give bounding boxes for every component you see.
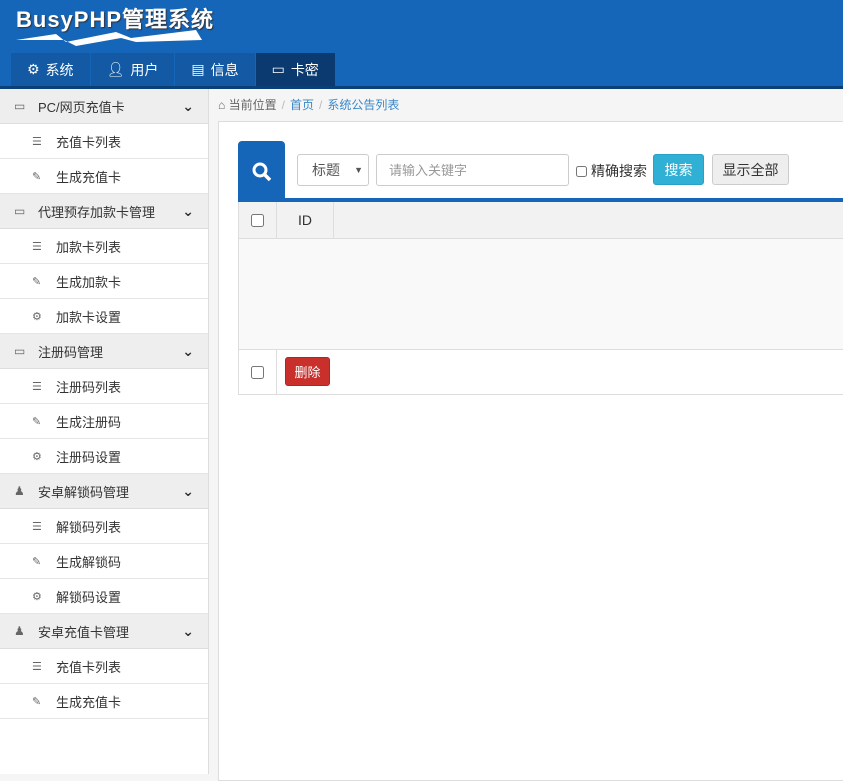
table-body-empty	[239, 239, 843, 350]
gear-icon: ⚙	[32, 450, 46, 463]
sidebar-group[interactable]: ♟安卓解锁码管理⌄	[0, 474, 208, 509]
sidebar-item[interactable]: ☰注册码列表	[0, 369, 208, 404]
sidebar-item[interactable]: ☰充值卡列表	[0, 124, 208, 159]
select-all-checkbox[interactable]	[251, 214, 264, 227]
select-all-footer-checkbox[interactable]	[251, 366, 264, 379]
data-table: ID 删除	[238, 202, 843, 395]
gear-icon: ⚙	[32, 590, 46, 603]
list-icon: ☰	[32, 380, 46, 393]
nav-tab-system[interactable]: ⚙系统	[11, 53, 90, 86]
sidebar-item[interactable]: ✎生成加款卡	[0, 264, 208, 299]
home-icon: ⌂	[218, 98, 225, 112]
list-icon: ☰	[32, 240, 46, 253]
sidebar-item[interactable]: ⚙解锁码设置	[0, 579, 208, 614]
sidebar-group[interactable]: ▭代理预存加款卡管理⌄	[0, 194, 208, 229]
sidebar: ▭PC/网页充值卡⌄☰充值卡列表✎生成充值卡▭代理预存加款卡管理⌄☰加款卡列表✎…	[0, 89, 209, 774]
pencil-icon: ✎	[32, 170, 46, 183]
pencil-icon: ✎	[32, 415, 46, 428]
list-icon: ☰	[32, 135, 46, 148]
top-nav: ⚙系统 👤︎用户 ▤信息 ▭卡密	[11, 53, 336, 86]
sidebar-item[interactable]: ☰加款卡列表	[0, 229, 208, 264]
show-all-button[interactable]: 显示全部	[712, 154, 789, 185]
search-field-select[interactable]: 标题▼	[297, 154, 369, 186]
sidebar-group[interactable]: ▭PC/网页充值卡⌄	[0, 89, 208, 124]
pencil-icon: ✎	[32, 555, 46, 568]
gear-icon: ⚙	[27, 61, 40, 78]
nav-tab-user[interactable]: 👤︎用户	[91, 53, 175, 86]
search-bar: 标题▼ 精确搜索 搜索 显示全部	[238, 141, 843, 202]
card-icon: ▭	[14, 204, 28, 218]
android-icon: ♟	[14, 484, 28, 498]
column-id: ID	[277, 202, 334, 238]
chevron-down-icon: ⌄	[182, 483, 194, 500]
chevron-down-icon: ▼	[354, 165, 363, 175]
nav-tab-card[interactable]: ▭卡密	[256, 53, 335, 86]
breadcrumb-current[interactable]: 系统公告列表	[327, 98, 399, 112]
sidebar-item[interactable]: ☰充值卡列表	[0, 649, 208, 684]
user-icon: 👤︎	[107, 61, 125, 78]
logo[interactable]: BusyPHP管理系统	[16, 2, 214, 34]
list-icon: ☰	[32, 660, 46, 673]
table-footer: 删除	[239, 350, 843, 394]
sidebar-group[interactable]: ▭注册码管理⌄	[0, 334, 208, 369]
breadcrumb: ⌂ 当前位置/首页/系统公告列表	[218, 96, 399, 113]
sidebar-item[interactable]: ✎生成注册码	[0, 404, 208, 439]
breadcrumb-home[interactable]: 首页	[290, 98, 314, 112]
sidebar-item[interactable]: ✎生成解锁码	[0, 544, 208, 579]
header: BusyPHP管理系统 ⚙系统 👤︎用户 ▤信息 ▭卡密	[0, 0, 843, 89]
pencil-icon: ✎	[32, 275, 46, 288]
list-icon: ☰	[32, 520, 46, 533]
search-icon	[238, 141, 285, 202]
card-icon: ▭	[14, 99, 28, 113]
delete-button[interactable]: 删除	[285, 357, 330, 386]
pencil-icon: ✎	[32, 695, 46, 708]
newspaper-icon: ▤	[191, 61, 204, 78]
card-icon: ▭	[14, 344, 28, 358]
chevron-down-icon: ⌄	[182, 343, 194, 360]
exact-search-checkbox[interactable]: 精确搜索	[576, 161, 647, 181]
card-icon: ▭	[272, 61, 285, 78]
sidebar-item[interactable]: ⚙加款卡设置	[0, 299, 208, 334]
logo-swoosh-icon	[16, 28, 202, 48]
sidebar-item[interactable]: ☰解锁码列表	[0, 509, 208, 544]
sidebar-item[interactable]: ⚙注册码设置	[0, 439, 208, 474]
chevron-down-icon: ⌄	[182, 203, 194, 220]
chevron-down-icon: ⌄	[182, 98, 194, 115]
keyword-input[interactable]	[376, 154, 569, 186]
sidebar-item[interactable]: ✎生成充值卡	[0, 159, 208, 194]
chevron-down-icon: ⌄	[182, 623, 194, 640]
sidebar-item[interactable]: ✎生成充值卡	[0, 684, 208, 719]
android-icon: ♟	[14, 624, 28, 638]
nav-tab-info[interactable]: ▤信息	[175, 53, 254, 86]
search-button[interactable]: 搜索	[653, 154, 704, 185]
sidebar-group[interactable]: ♟安卓充值卡管理⌄	[0, 614, 208, 649]
gear-icon: ⚙	[32, 310, 46, 323]
exact-checkbox[interactable]	[576, 166, 587, 177]
table-header: ID	[239, 202, 843, 239]
